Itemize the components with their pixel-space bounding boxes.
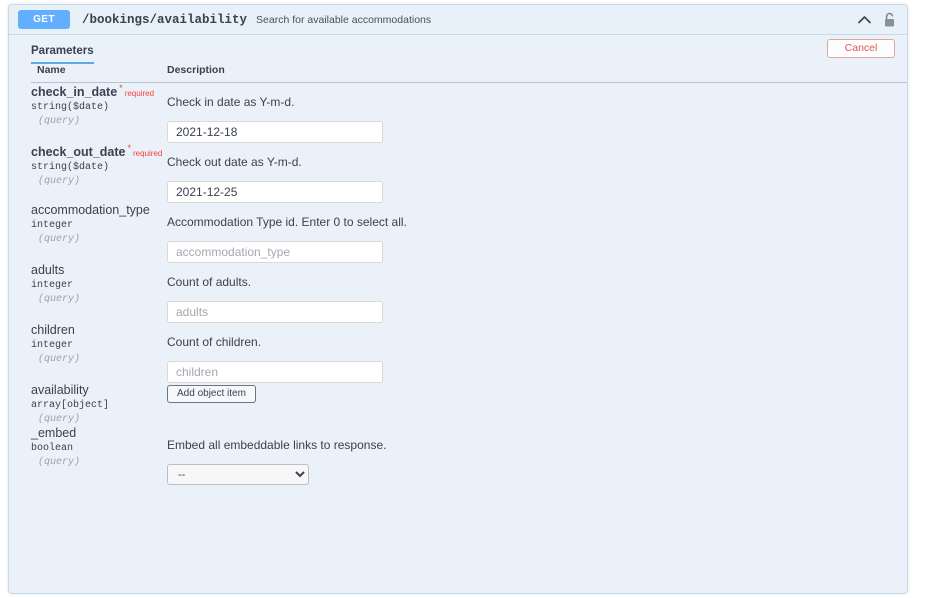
parameter-name-cell: check_out_date *required string($date) (que… (31, 143, 167, 203)
parameter-name: adults (31, 263, 65, 277)
tabs-row: Parameters Cancel (9, 35, 907, 64)
parameter-row: check_out_date *required string($date) (que… (31, 143, 907, 203)
parameter-description: Check out date as Y-m-d. (167, 155, 302, 169)
parameter-input-check_in_date[interactable] (167, 121, 383, 143)
operation-body: Parameters Cancel Name Description check… (9, 35, 907, 593)
parameter-location: (query) (38, 414, 81, 425)
parameter-row: availability array[object] (query) Add obje… (31, 383, 907, 426)
parameter-name: accommodation_type (31, 203, 150, 217)
parameter-name-cell: _embedboolean (query) (31, 426, 167, 485)
parameter-description: Accommodation Type id. Enter 0 to select… (167, 215, 407, 229)
operation-path: /bookings/availability (82, 12, 248, 27)
parameter-description-cell: Check in date as Y-m-d. (167, 83, 907, 143)
parameter-location: (query) (38, 457, 81, 468)
parameter-type: array[object] (31, 400, 110, 411)
parameter-type: integer (31, 340, 74, 351)
parameter-location: (query) (38, 234, 81, 245)
required-label: required (124, 89, 155, 98)
parameter-type: string($date) (31, 162, 110, 173)
parameter-description-cell: Check out date as Y-m-d. (167, 143, 907, 203)
http-method-badge: GET (18, 10, 70, 29)
operation-block: GET /bookings/availability Search for av… (8, 4, 908, 594)
parameter-row: children integer (query) Count of children. (31, 323, 907, 383)
parameters-table: Name Description check_in_date *required s… (31, 64, 907, 485)
parameter-description-cell: Embed all embeddable links to response. -… (167, 426, 907, 485)
required-label: required (133, 149, 163, 158)
required-asterisk: * (127, 143, 131, 153)
chevron-up-icon[interactable] (855, 11, 873, 29)
parameter-description: Embed all embeddable links to response. (167, 438, 387, 452)
parameter-row: check_in_date *required string($date) (quer… (31, 83, 907, 144)
column-header-name: Name (31, 64, 167, 83)
parameters-body: check_in_date *required string($date) (quer… (31, 83, 907, 485)
parameter-input-children[interactable] (167, 361, 383, 383)
operation-summary-text: Search for available accommodations (256, 13, 432, 26)
parameter-description-cell: Count of children. (167, 323, 907, 383)
parameter-input-accommodation_type[interactable] (167, 241, 383, 263)
parameter-location: (query) (38, 116, 81, 127)
parameter-name: _embed (31, 426, 77, 440)
parameter-row: adults integer (query) Count of adults. (31, 263, 907, 323)
parameter-input-adults[interactable] (167, 301, 383, 323)
add-object-item-button[interactable]: Add object item (167, 385, 256, 403)
parameter-type: integer (31, 220, 74, 231)
column-header-description: Description (167, 64, 907, 83)
parameter-row: _embedboolean (query) Embed all embeddable… (31, 426, 907, 485)
parameter-name: check_in_date (31, 85, 118, 99)
cancel-button[interactable]: Cancel (827, 39, 895, 58)
parameter-row: accommodation_typeinteger (query) Accommod… (31, 203, 907, 263)
parameter-name-cell: children integer (query) (31, 323, 167, 383)
parameter-name: check_out_date (31, 145, 126, 159)
unlocked-padlock-icon[interactable] (879, 10, 899, 30)
parameter-description-cell: Add object item (167, 383, 907, 426)
parameter-location: (query) (38, 176, 81, 187)
parameter-description-cell: Accommodation Type id. Enter 0 to select… (167, 203, 907, 263)
parameter-name: children (31, 323, 75, 337)
parameter-location: (query) (38, 354, 81, 365)
parameter-name-cell: accommodation_typeinteger (query) (31, 203, 167, 263)
parameter-description-cell: Count of adults. (167, 263, 907, 323)
parameter-name-cell: adults integer (query) (31, 263, 167, 323)
parameter-description: Count of children. (167, 335, 262, 349)
parameter-name: availability (31, 383, 89, 397)
parameter-name-cell: availability array[object] (query) (31, 383, 167, 426)
parameter-description: Check in date as Y-m-d. (167, 95, 295, 109)
tab-parameters[interactable]: Parameters (31, 45, 94, 64)
parameter-type: boolean (31, 443, 74, 454)
parameter-select-_embed[interactable]: --truefalse (167, 464, 309, 485)
required-asterisk: * (119, 83, 123, 93)
parameter-name-cell: check_in_date *required string($date) (quer… (31, 83, 167, 144)
operation-summary-header[interactable]: GET /bookings/availability Search for av… (9, 5, 907, 35)
parameter-location: (query) (38, 294, 81, 305)
table-header-row: Name Description (31, 64, 907, 83)
parameter-type: string($date) (31, 102, 110, 113)
parameter-input-check_out_date[interactable] (167, 181, 383, 203)
parameter-description: Count of adults. (167, 275, 252, 289)
parameter-type: integer (31, 280, 74, 291)
